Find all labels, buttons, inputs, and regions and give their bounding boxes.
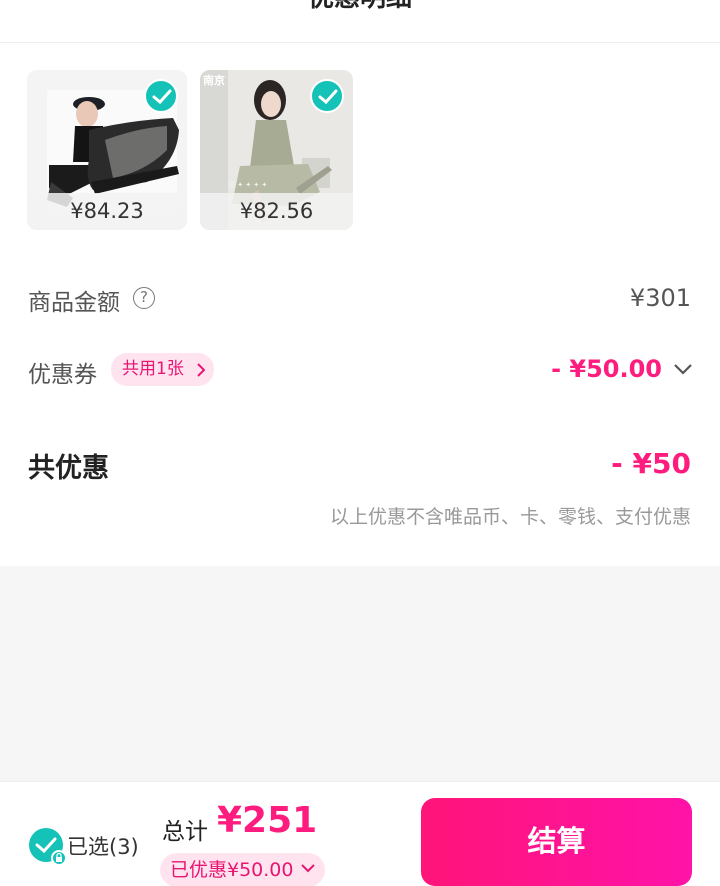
checkout-bar: 已选(3) 总计 ¥251 已优惠¥50.00 结算 [0, 781, 720, 886]
coupon-count-text: 共用1张 [122, 359, 184, 379]
lock-icon [51, 850, 67, 866]
discount-note: 以上优惠不含唯品币、卡、零钱、支付优惠 [329, 506, 691, 528]
chevron-down-icon [301, 864, 316, 873]
total-price: ¥251 [217, 800, 318, 841]
product-thumbnail[interactable]: ⓐ ✦ ✦ ✦ ✦ 南京 ¥82.56 [200, 70, 353, 230]
chevron-right-icon [197, 363, 205, 377]
coupon-label: 优惠券 [28, 362, 97, 388]
saved-amount-badge[interactable]: 已优惠¥50.00 [160, 853, 326, 886]
discount-detail-sheet: 优惠明细 ¥84.23 [0, 0, 720, 566]
saved-amount-text: 已优惠¥50.00 [170, 859, 294, 881]
goods-amount-label: 商品金额 [28, 290, 120, 316]
selected-count-label[interactable]: 已选(3) [67, 831, 139, 861]
close-icon[interactable] [666, 0, 698, 10]
brand-logo: 南京 [203, 74, 225, 87]
help-icon[interactable]: ? [133, 287, 155, 309]
coupon-count-badge[interactable]: 共用1张 [111, 353, 214, 386]
select-all-check-icon[interactable] [29, 828, 67, 866]
total-label: 总计 [162, 819, 208, 845]
chevron-down-icon[interactable] [674, 364, 692, 375]
checkout-button[interactable]: 结算 [421, 798, 692, 886]
selected-check-icon[interactable] [310, 79, 344, 113]
product-thumbnail[interactable]: ¥84.23 [27, 70, 187, 230]
total-discount-value: - ¥50 [611, 447, 691, 480]
product-price: ¥82.56 [200, 193, 353, 230]
product-price: ¥84.23 [27, 193, 187, 230]
goods-amount-value: ¥301 [629, 284, 691, 312]
selected-check-icon[interactable] [144, 79, 178, 113]
total-discount-label: 共优惠 [28, 453, 109, 484]
sheet-header: 优惠明细 [0, 0, 720, 43]
svg-text:ⓐ ✦ ✦ ✦ ✦: ⓐ ✦ ✦ ✦ ✦ [228, 181, 267, 189]
coupon-discount-value[interactable]: - ¥50.00 [551, 355, 662, 383]
sheet-title: 优惠明细 [0, 0, 720, 18]
